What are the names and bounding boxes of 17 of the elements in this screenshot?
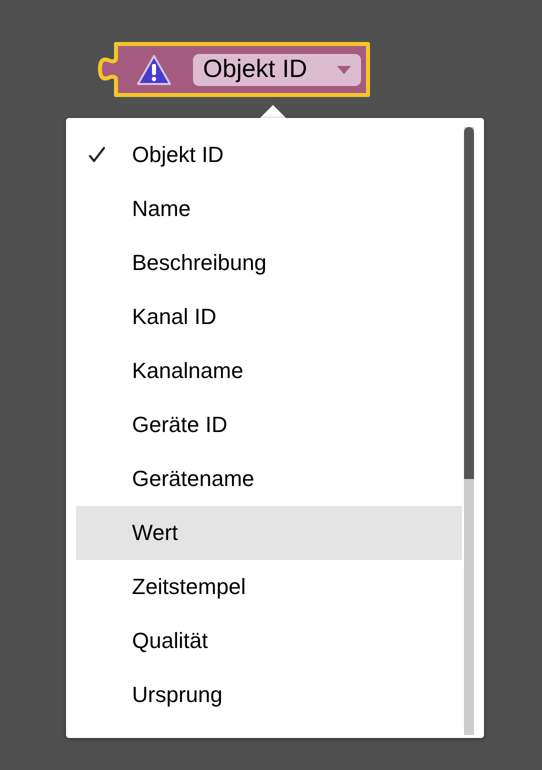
menu-item[interactable]: Geräte ID (76, 398, 462, 452)
menu-item[interactable]: Qualität (76, 614, 462, 668)
caret-icon (337, 66, 351, 74)
puzzle-block[interactable]: Objekt ID (98, 42, 370, 97)
menu-item[interactable]: Gerätename (76, 452, 462, 506)
menu-item[interactable]: Kanal ID (76, 290, 462, 344)
menu-item[interactable]: Name (76, 182, 462, 236)
menu-item[interactable]: Kanalname (76, 344, 462, 398)
menu-item[interactable]: Beschreibung (76, 236, 462, 290)
scrollbar-thumb[interactable] (464, 127, 474, 479)
menu-item[interactable]: Zeitstempel (76, 560, 462, 614)
warning-icon[interactable] (136, 54, 172, 86)
menu-item[interactable]: Objekt ID (76, 128, 462, 182)
menu-item[interactable]: Wert (76, 506, 462, 560)
menu-item[interactable]: Ursprung (76, 668, 462, 722)
dropdown-field[interactable]: Objekt ID (193, 54, 361, 86)
scrollbar[interactable] (464, 127, 474, 735)
